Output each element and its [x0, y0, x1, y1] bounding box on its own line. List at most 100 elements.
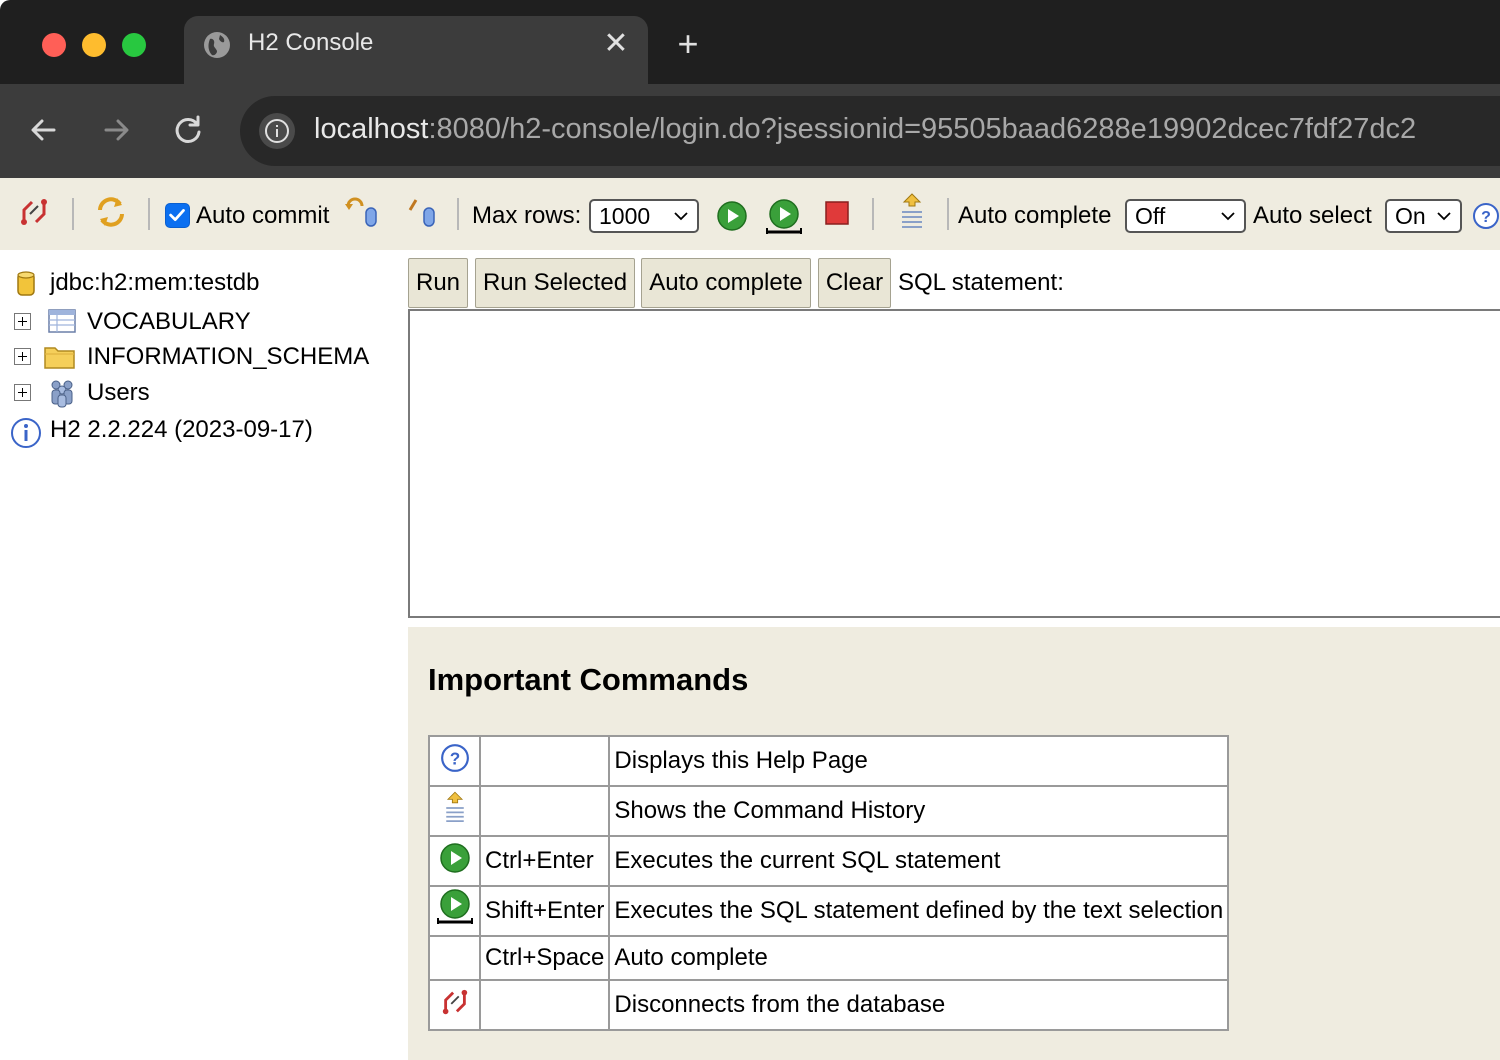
schema-tree: jdbc:h2:mem:testdb VOCABULARY INFORMATIO… [0, 250, 400, 1060]
site-info-icon[interactable] [258, 112, 296, 150]
folder-icon [44, 347, 75, 369]
table-cell [428, 885, 481, 937]
auto-select-select[interactable]: On [1385, 199, 1462, 233]
globe-icon [204, 32, 230, 58]
auto-complete-value: Off [1135, 203, 1166, 229]
url-path: :8080/h2-console/login.do?jsessionid=955… [428, 113, 1417, 145]
auto-complete-select[interactable]: Off [1125, 199, 1246, 233]
expand-icon[interactable] [14, 348, 31, 365]
table-row: Disconnects from the database [428, 979, 1230, 1031]
table-row: Ctrl+Space Auto complete [428, 935, 1230, 981]
command-description: Executes the current SQL statement [608, 835, 1230, 887]
history-icon[interactable] [896, 192, 928, 232]
max-rows-select[interactable]: 1000 [589, 199, 699, 233]
forward-arrow-icon[interactable] [96, 110, 136, 150]
commit-icon[interactable] [406, 196, 438, 230]
stop-icon[interactable] [824, 200, 850, 226]
commands-table: ? Displays this Help Page Shows the Comm… [428, 735, 1230, 1031]
history-icon [445, 791, 464, 822]
chevron-down-icon [1221, 212, 1235, 221]
run-icon [439, 842, 470, 873]
tree-version: H2 2.2.224 (2023-09-17) [10, 413, 390, 448]
database-icon [17, 271, 35, 296]
url-host: localhost [314, 113, 429, 145]
table-row: Ctrl+Enter Executes the current SQL stat… [428, 835, 1230, 887]
run-selected-button[interactable]: Run Selected [475, 258, 635, 308]
rollback-icon[interactable] [344, 196, 380, 230]
command-description: Displays this Help Page [608, 735, 1230, 787]
svg-text:?: ? [1481, 209, 1491, 226]
toolbar-separator [947, 198, 949, 230]
clear-button[interactable]: Clear [818, 258, 891, 308]
checkmark-icon [169, 209, 185, 222]
table-cell [428, 935, 481, 981]
maximize-window-button[interactable] [122, 33, 146, 57]
table-row: Shift+Enter Executes the SQL statement d… [428, 885, 1230, 937]
toolbar-separator [872, 198, 874, 230]
table-cell [428, 835, 481, 887]
command-key: Ctrl+Space [478, 935, 611, 981]
tree-item-vocabulary[interactable]: VOCABULARY [14, 305, 394, 339]
command-key: Shift+Enter [478, 885, 611, 937]
run-icon[interactable] [716, 200, 748, 232]
refresh-icon[interactable] [94, 194, 128, 230]
max-rows-label: Max rows: [472, 202, 582, 229]
version-label: H2 2.2.224 (2023-09-17) [50, 416, 313, 443]
table-row: ? Displays this Help Page [428, 735, 1230, 787]
disconnect-icon[interactable] [18, 196, 50, 228]
expand-icon[interactable] [14, 384, 31, 401]
tree-item-label: Users [87, 379, 150, 406]
tree-item-information-schema[interactable]: INFORMATION_SCHEMA [14, 340, 394, 374]
auto-select-label: Auto select [1253, 202, 1372, 229]
chevron-down-icon [674, 212, 688, 221]
run-selected-icon[interactable] [765, 198, 803, 238]
help-icon[interactable]: ? [1472, 202, 1500, 230]
auto-complete-button[interactable]: Auto complete [641, 258, 811, 308]
svg-text:?: ? [449, 748, 459, 768]
chevron-down-icon [1437, 212, 1451, 221]
command-key: Ctrl+Enter [478, 835, 611, 887]
command-key [478, 979, 611, 1031]
command-description: Shows the Command History [608, 785, 1230, 837]
info-icon [11, 418, 41, 448]
url-text[interactable]: localhost:8080/h2-console/login.do?jsess… [314, 113, 1416, 146]
toolbar-separator [457, 198, 459, 230]
h2-toolbar: Auto commit Max rows: 1000 Auto complete… [0, 178, 1500, 250]
command-description: Auto complete [608, 935, 1230, 981]
tab-close-icon[interactable]: ✕ [602, 26, 630, 62]
minimize-window-button[interactable] [82, 33, 106, 57]
help-icon: ? [440, 743, 469, 772]
auto-complete-label: Auto complete [958, 202, 1112, 229]
table-row: Shows the Command History [428, 785, 1230, 837]
run-button[interactable]: Run [408, 258, 468, 308]
help-title: Important Commands [428, 662, 749, 697]
browser-nav-bar: localhost:8080/h2-console/login.do?jsess… [0, 84, 1500, 178]
table-icon [48, 309, 76, 333]
tree-item-label: INFORMATION_SCHEMA [87, 343, 370, 370]
auto-commit-checkbox[interactable] [165, 203, 190, 228]
auto-select-value: On [1395, 203, 1426, 229]
table-cell [428, 785, 481, 837]
address-bar[interactable]: localhost:8080/h2-console/login.do?jsess… [240, 96, 1500, 166]
sql-editor[interactable] [408, 309, 1500, 618]
back-arrow-icon[interactable] [24, 110, 64, 150]
connection-label: jdbc:h2:mem:testdb [50, 269, 260, 296]
command-description: Disconnects from the database [608, 979, 1230, 1031]
command-key [478, 785, 611, 837]
sql-statement-label: SQL statement: [898, 269, 1064, 296]
browser-tab[interactable]: H2 Console ✕ [184, 16, 648, 84]
tab-title: H2 Console [248, 29, 374, 56]
close-window-button[interactable] [42, 33, 66, 57]
reload-icon[interactable] [168, 110, 208, 150]
help-panel: Important Commands ? Displays this Help … [408, 627, 1500, 1060]
expand-icon[interactable] [14, 313, 31, 330]
new-tab-button[interactable]: + [672, 24, 704, 64]
table-cell: ? [428, 735, 481, 787]
tree-connection[interactable]: jdbc:h2:mem:testdb [14, 266, 394, 300]
toolbar-separator [72, 198, 74, 230]
toolbar-separator [148, 198, 150, 230]
auto-commit-label[interactable]: Auto commit [196, 202, 329, 230]
disconnect-icon [442, 989, 467, 1014]
tree-item-users[interactable]: Users [14, 376, 394, 410]
users-icon [51, 380, 73, 408]
